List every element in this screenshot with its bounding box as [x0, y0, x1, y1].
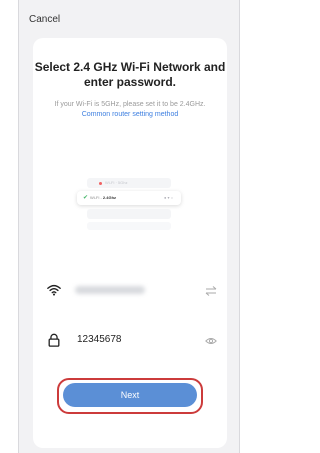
wifi-band-illustration: Wi-Fi · 5Ghz ✔ Wi-Fi - 2.4Ghz ● ▾ ○ — [77, 178, 181, 234]
eye-icon[interactable] — [205, 335, 217, 347]
cancel-button[interactable]: Cancel — [29, 14, 60, 25]
phone-screen: Cancel Select 2.4 GHz Wi-Fi Network and … — [18, 0, 240, 453]
password-field[interactable]: 12345678 — [77, 334, 122, 345]
next-button[interactable]: Next — [63, 383, 197, 407]
illustration-band: 2.4Ghz — [102, 195, 117, 200]
illustration-5ghz-label: Wi-Fi · 5Ghz — [105, 180, 128, 185]
page-title: Select 2.4 GHz Wi-Fi Network and enter p… — [34, 60, 226, 89]
illustration-prefix: Wi-Fi - — [90, 195, 102, 200]
swap-icon[interactable] — [205, 285, 217, 297]
wifi-setup-card: Select 2.4 GHz Wi-Fi Network and enter p… — [33, 38, 227, 448]
password-row[interactable]: 12345678 — [47, 330, 217, 352]
subtitle: If your Wi-Fi is 5GHz, please set it to … — [43, 100, 217, 120]
check-icon: ✔ — [83, 195, 89, 201]
wifi-network-row[interactable] — [47, 280, 217, 302]
lock-icon — [48, 333, 60, 347]
illustration-row-5ghz: Wi-Fi · 5Ghz — [87, 178, 171, 188]
illustration-row-24ghz: ✔ Wi-Fi - 2.4Ghz ● ▾ ○ — [77, 191, 181, 205]
wifi-icon — [47, 284, 61, 296]
subtitle-text: If your Wi-Fi is 5GHz, please set it to … — [54, 101, 206, 108]
illustration-row-blank-2 — [87, 222, 171, 230]
illustration-status-icons: ● ▾ ○ — [163, 195, 173, 200]
illustration-24ghz-label: Wi-Fi - 2.4Ghz — [90, 195, 116, 200]
router-help-link[interactable]: Common router setting method — [82, 111, 179, 118]
wifi-ssid-blurred — [75, 286, 145, 294]
red-dot-icon — [99, 182, 102, 185]
illustration-row-blank — [87, 209, 171, 219]
